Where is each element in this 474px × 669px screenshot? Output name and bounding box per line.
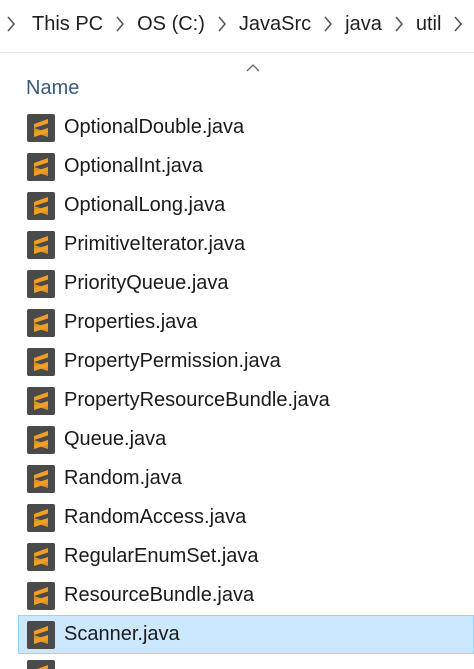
file-name: OptionalLong.java bbox=[64, 194, 226, 216]
sublime-text-icon bbox=[27, 387, 55, 415]
sublime-text-icon bbox=[27, 504, 55, 532]
breadcrumb-item-java[interactable]: java bbox=[343, 13, 384, 36]
file-name: ResourceBundle.java bbox=[64, 584, 255, 606]
sublime-text-icon bbox=[27, 153, 55, 181]
file-name: PrimitiveIterator.java bbox=[64, 233, 246, 255]
breadcrumb-item-this-pc[interactable]: This PC bbox=[30, 13, 105, 36]
column-header-name[interactable]: Name bbox=[26, 74, 79, 102]
sublime-text-icon bbox=[27, 582, 55, 610]
sublime-text-icon bbox=[27, 426, 55, 454]
sublime-text-icon bbox=[27, 192, 55, 220]
file-name: PropertyPermission.java bbox=[64, 350, 281, 372]
file-list: OptionalDouble.java OptionalInt.java Opt… bbox=[0, 108, 474, 669]
file-name: Queue.java bbox=[64, 428, 167, 450]
breadcrumb: This PC OS (C:) JavaSrc java util bbox=[0, 0, 474, 48]
file-name: Random.java bbox=[64, 467, 182, 489]
file-row-resourcebundle[interactable]: ResourceBundle.java bbox=[0, 576, 474, 615]
breadcrumb-item-os-c[interactable]: OS (C:) bbox=[135, 13, 207, 36]
file-row-optionaldouble[interactable]: OptionalDouble.java bbox=[0, 108, 474, 147]
file-row-queue[interactable]: Queue.java bbox=[0, 420, 474, 459]
file-explorer-window: This PC OS (C:) JavaSrc java util Name O… bbox=[0, 0, 474, 669]
file-row-optionallong[interactable]: OptionalLong.java bbox=[0, 186, 474, 225]
sublime-text-icon bbox=[27, 621, 55, 649]
file-row-partial[interactable] bbox=[0, 654, 474, 669]
chevron-right-icon[interactable] bbox=[215, 14, 229, 34]
chevron-right-icon[interactable] bbox=[4, 14, 18, 34]
file-name: PropertyResourceBundle.java bbox=[64, 389, 330, 411]
file-row-priorityqueue[interactable]: PriorityQueue.java bbox=[0, 264, 474, 303]
file-row-propertyresourcebundle[interactable]: PropertyResourceBundle.java bbox=[0, 381, 474, 420]
chevron-right-icon[interactable] bbox=[113, 14, 127, 34]
chevron-right-icon[interactable] bbox=[451, 14, 465, 34]
breadcrumb-item-javasrc[interactable]: JavaSrc bbox=[237, 13, 313, 36]
file-name: Properties.java bbox=[64, 311, 198, 333]
chevron-right-icon[interactable] bbox=[392, 14, 406, 34]
sublime-text-icon bbox=[27, 270, 55, 298]
file-name: PriorityQueue.java bbox=[64, 272, 229, 294]
file-name: OptionalDouble.java bbox=[64, 116, 245, 138]
breadcrumb-item-util[interactable]: util bbox=[414, 13, 444, 36]
sublime-text-icon bbox=[27, 348, 55, 376]
file-row-primitiveiterator[interactable]: PrimitiveIterator.java bbox=[0, 225, 474, 264]
file-row-random[interactable]: Random.java bbox=[0, 459, 474, 498]
file-row-regularenumset[interactable]: RegularEnumSet.java bbox=[0, 537, 474, 576]
file-row-scanner[interactable]: Scanner.java bbox=[18, 615, 474, 654]
breadcrumb-divider bbox=[0, 52, 474, 53]
sublime-text-icon bbox=[27, 114, 55, 142]
chevron-right-icon[interactable] bbox=[321, 14, 335, 34]
sublime-text-icon bbox=[27, 543, 55, 571]
file-row-propertypermission[interactable]: PropertyPermission.java bbox=[0, 342, 474, 381]
file-name: Scanner.java bbox=[64, 623, 180, 645]
sublime-text-icon bbox=[27, 309, 55, 337]
file-row-optionalint[interactable]: OptionalInt.java bbox=[0, 147, 474, 186]
sublime-text-icon bbox=[27, 231, 55, 259]
file-name: RandomAccess.java bbox=[64, 506, 247, 528]
file-row-properties[interactable]: Properties.java bbox=[0, 303, 474, 342]
file-name: OptionalInt.java bbox=[64, 155, 203, 177]
file-name: RegularEnumSet.java bbox=[64, 545, 259, 567]
file-row-randomaccess[interactable]: RandomAccess.java bbox=[0, 498, 474, 537]
sublime-text-icon bbox=[27, 660, 55, 669]
sublime-text-icon bbox=[27, 465, 55, 493]
sort-ascending-icon bbox=[246, 60, 260, 72]
